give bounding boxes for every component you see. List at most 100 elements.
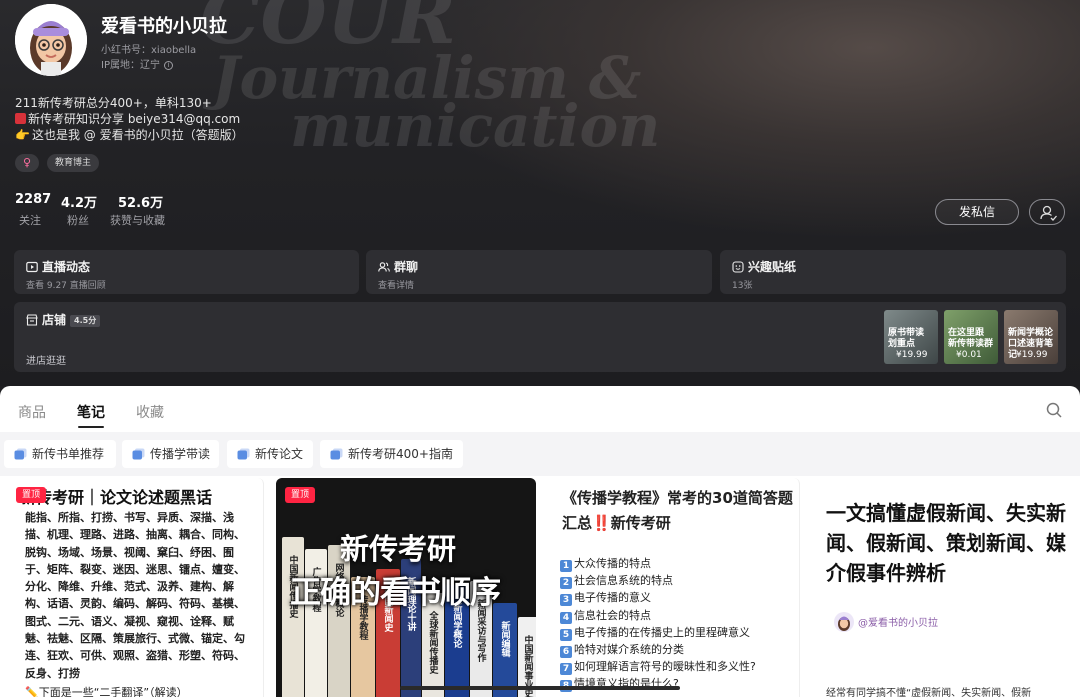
stat-likes-label: 获赞与收藏 xyxy=(110,214,165,227)
bio-line-text: 这也是我 @ 爱看书的小贝拉（答题版） xyxy=(31,128,244,142)
group-card-title-text: 群聊 xyxy=(394,260,419,274)
book-spine: 中国新闻传播史 xyxy=(282,537,304,697)
shop-rating: 4.5分 xyxy=(70,315,101,327)
ip-location: IP属地：辽宁 i xyxy=(101,56,173,71)
question-text: 如何理解语言符号的暧昧性和多义性? xyxy=(574,660,756,674)
cover-text: munication xyxy=(290,92,661,160)
note-footer: 经常有同学搞不懂“虚假新闻、失实新闻、假新 xyxy=(826,688,1032,697)
profile-id: 小红书号：xiaobella xyxy=(101,45,197,56)
book-spine: 新闻编辑 xyxy=(493,603,517,697)
stat-followers-label: 粉丝 xyxy=(67,214,89,227)
avatar xyxy=(834,612,854,632)
note-body: 能指、所指、打捞、书写、异质、深描、浅描、机理、理路、进路、抽离、耦合、同构、脱… xyxy=(25,511,245,680)
tab-notes[interactable]: 笔记 xyxy=(77,402,105,422)
bio-line: 新传考研知识分享 beiye314@qq.com xyxy=(15,111,240,127)
number-badge: 6 xyxy=(560,646,572,658)
search-icon[interactable] xyxy=(1046,402,1062,418)
memoji-avatar-icon xyxy=(15,4,87,76)
group-card-sub: 查看详情 xyxy=(378,281,415,291)
live-card-title: 直播动态 xyxy=(26,258,90,275)
number-badge: 2 xyxy=(560,577,572,590)
tab-collections[interactable]: 收藏 xyxy=(136,402,164,422)
stat-likes-count[interactable]: 52.6万 xyxy=(118,192,163,211)
collection-chip[interactable]: 传播学带读 xyxy=(122,440,219,468)
question-item: 3 电子传播的意义 xyxy=(560,589,651,607)
enter-shop-link[interactable]: 进店逛逛 xyxy=(26,352,66,367)
author-handle: @爱看书的小贝拉 xyxy=(858,618,938,629)
number-badge: 1 xyxy=(560,560,572,572)
mailbox-icon xyxy=(15,113,26,124)
bio-line: 211新传考研总分400+，单科130+ xyxy=(15,96,212,110)
collection-icon xyxy=(132,448,145,460)
number-badge: 7 xyxy=(560,663,572,676)
question-text: 社会信息系统的特点 xyxy=(574,574,673,588)
memoji-avatar-icon xyxy=(838,616,850,631)
question-item: 4 信息社会的特点 xyxy=(560,607,651,624)
profile-name: 爱看书的小贝拉 xyxy=(101,16,227,37)
number-badge: 4 xyxy=(560,611,572,624)
question-item: 2 社会信息系统的特点 xyxy=(560,572,673,590)
product-thumb-text: 原书带读 划重点 xyxy=(888,328,925,349)
book-spine-title: 新闻编辑 xyxy=(499,621,510,657)
stat-following-label: 关注 xyxy=(19,214,41,227)
active-tab-indicator xyxy=(78,426,104,428)
note-cover-title: 正确的看书顺序 xyxy=(290,575,501,611)
avatar[interactable] xyxy=(15,4,87,76)
shop-title-text: 店铺 xyxy=(42,313,67,327)
collection-chip-label: 传播学带读 xyxy=(150,447,211,461)
collection-chip[interactable]: 新传论文 xyxy=(227,440,313,468)
collection-chip-label: 新传论文 xyxy=(255,447,304,461)
stat-following-count[interactable]: 2287 xyxy=(15,192,51,207)
live-icon xyxy=(26,261,38,273)
product-thumb[interactable]: 在这里跟 新传带读群 ¥0.01 xyxy=(944,310,998,364)
collection-chip-label: 新传书单推荐 xyxy=(32,447,105,461)
note-title: 《传播学教程》常考的30道简答题汇总‼️新传考研 xyxy=(562,486,798,536)
product-thumb[interactable]: 新闻学概论 口述速背笔记 ¥19.99 xyxy=(1004,310,1058,364)
question-item: 7 如何理解语言符号的暧昧性和多义性? xyxy=(560,658,756,676)
add-user-icon xyxy=(1040,205,1057,221)
horizontal-scrollbar[interactable] xyxy=(400,686,680,690)
question-item: 5 电子传播的在传播史上的里程碑意义 xyxy=(560,624,750,641)
sticker-card[interactable]: 兴趣贴纸 13张 xyxy=(720,250,1066,294)
question-text: 电子传播的意义 xyxy=(574,591,651,605)
sticker-card-title-text: 兴趣贴纸 xyxy=(748,260,797,274)
collection-icon xyxy=(237,448,250,460)
info-icon[interactable]: i xyxy=(163,60,173,70)
gender-tag: ♀ xyxy=(15,154,39,172)
bio-line: 👉 这也是我 @ 爱看书的小贝拉（答题版） xyxy=(15,127,244,143)
stat-followers-count[interactable]: 4.2万 xyxy=(61,192,97,211)
pinned-badge: 置顶 xyxy=(285,487,315,503)
number-badge: 5 xyxy=(560,628,572,641)
pencil-icon: ✏️ xyxy=(25,686,39,697)
product-price: ¥19.99 xyxy=(896,350,928,360)
product-price: ¥0.01 xyxy=(956,350,982,360)
collection-chip-label: 新传考研400+指南 xyxy=(348,447,453,461)
collection-chip[interactable]: 新传考研400+指南 xyxy=(320,440,463,468)
question-text: 哈特对媒介系统的分类 xyxy=(574,643,684,656)
question-text: 大众传播的特点 xyxy=(574,557,651,570)
question-item: 6 哈特对媒介系统的分类 xyxy=(560,641,684,658)
collection-chip[interactable]: 新传书单推荐 xyxy=(4,440,116,468)
question-text: 电子传播的在传播史上的里程碑意义 xyxy=(574,625,750,639)
collection-icon xyxy=(330,448,343,460)
question-text: 信息社会的特点 xyxy=(574,608,651,622)
question-item: 1 大众传播的特点 xyxy=(560,555,651,572)
live-card[interactable]: 直播动态 查看 9.27 直播回顾 xyxy=(14,250,359,294)
group-chat-card[interactable]: 群聊 查看详情 xyxy=(366,250,712,294)
group-icon xyxy=(378,262,390,272)
product-price: ¥19.99 xyxy=(1016,350,1048,360)
shop-title: 店铺 4.5分 xyxy=(26,311,101,328)
product-thumb-text: 在这里跟 新传带读群 xyxy=(948,328,994,349)
send-message-button[interactable]: 发私信 xyxy=(935,199,1019,225)
follow-button[interactable] xyxy=(1029,199,1065,225)
book-spine: 中国新闻事业史 xyxy=(518,617,536,697)
tab-products[interactable]: 商品 xyxy=(18,402,46,422)
ip-location-text: IP属地：辽宁 xyxy=(101,60,160,71)
collection-icon xyxy=(14,448,27,460)
book-spine-title: 全球新闻传播史 xyxy=(427,611,438,674)
product-thumb[interactable]: 原书带读 划重点 ¥19.99 xyxy=(884,310,938,364)
live-card-sub: 查看 9.27 直播回顾 xyxy=(26,281,106,291)
shop-icon xyxy=(26,314,38,326)
live-card-title-text: 直播动态 xyxy=(42,260,91,274)
bio-line-text: 新传考研知识分享 beiye314@qq.com xyxy=(28,112,241,126)
